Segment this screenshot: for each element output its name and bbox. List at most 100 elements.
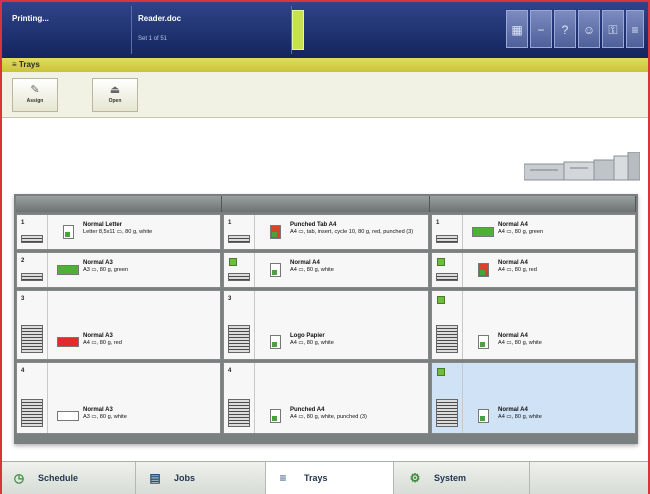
tray-c2r3[interactable]: 3 Logo Papier A4 ▭, 80 g, white <box>223 290 429 360</box>
tray-number: 3 <box>21 296 25 302</box>
tab-jobs[interactable]: ▤ Jobs <box>136 462 266 494</box>
tray-c3r1[interactable]: 1 Normal A4 A4 ▭, 80 g, green <box>431 214 636 250</box>
tray-divider <box>47 215 48 249</box>
paper-stack-icon <box>436 235 458 243</box>
tray-details: Letter 8,5x11 ▭, 80 g, white <box>83 229 153 235</box>
tray-name: Normal A4 <box>498 260 528 266</box>
tray-number: 1 <box>436 220 440 226</box>
minus-icon[interactable]: − <box>530 10 552 48</box>
column-header-2 <box>222 196 430 212</box>
tray-details: A4 ▭, 80 g, white <box>498 414 542 420</box>
tab-schedule[interactable]: ◷ Schedule <box>2 462 136 494</box>
tray-divider <box>462 291 463 359</box>
paper-stack-icon <box>21 325 43 353</box>
document-icon: ▤ <box>149 471 161 485</box>
column-header-1 <box>16 196 222 212</box>
tray-c3r3[interactable]: Normal A4 A4 ▭, 80 g, white <box>431 290 636 360</box>
status-indicator-icon <box>437 368 445 376</box>
tray-text: Normal A4 A4 ▭, 80 g, white <box>498 333 542 347</box>
paper-icon <box>270 335 281 349</box>
paper-stack-icon <box>228 325 250 353</box>
tray-name: Normal A3 <box>83 333 113 339</box>
tray-text: Logo Papier A4 ▭, 80 g, white <box>290 333 334 347</box>
tray-text: Normal A3 A3 ▭, 80 g, white <box>83 407 127 421</box>
paper-stack-icon <box>21 235 43 243</box>
tab-schedule-label: Schedule <box>38 473 79 483</box>
paper-icon <box>270 409 281 423</box>
paper-stack-icon <box>436 399 458 427</box>
key-icon[interactable]: ⚿ <box>602 10 624 48</box>
job-status-panel[interactable]: Reader.doc Set 1 of 51 <box>132 6 292 54</box>
tab-trays[interactable]: ≡ Trays <box>266 462 394 494</box>
tray-name: Normal A3 <box>83 260 113 266</box>
tray-c3r2[interactable]: Normal A4 A4 ▭, 80 g, red <box>431 252 636 288</box>
system-buttons: ▦ − ? ☺ ⚿ ≡ <box>506 10 646 54</box>
printer-machine-icon <box>524 152 640 181</box>
bottom-navigation: ◷ Schedule ▤ Jobs ≡ Trays ⚙ System <box>2 461 648 494</box>
red-paper-icon <box>478 263 489 277</box>
tab-system-label: System <box>434 473 467 483</box>
user-icon[interactable]: ☺ <box>578 10 600 48</box>
tray-name: Normal A3 <box>83 407 113 413</box>
tray-name: Normal A4 <box>498 222 528 228</box>
tray-text: Normal A3 A3 ▭, 80 g, green <box>83 260 128 274</box>
tray-name: Normal A4 <box>290 260 320 266</box>
tray-details: A4 ▭, 80 g, white <box>290 340 334 346</box>
tray-details: A4 ▭, 80 g, white <box>498 340 542 346</box>
tray-c3r4[interactable]: Normal A4 A4 ▭, 80 g, white <box>431 362 636 434</box>
paper-stack-icon <box>436 273 458 281</box>
tray-c2r2[interactable]: Normal A4 A4 ▭, 80 g, white <box>223 252 429 288</box>
progress-meter <box>292 10 304 50</box>
assign-button[interactable]: ✎ Assign <box>12 78 58 112</box>
tray-c1r1[interactable]: 1 Normal Letter Letter 8,5x11 ▭, 80 g, whi… <box>16 214 221 250</box>
tray-name: Normal Letter <box>83 222 123 228</box>
gears-icon: ⚙ <box>409 471 421 485</box>
tray-name: Punched Tab A4 <box>290 222 337 228</box>
tray-details: A4 ▭, 80 g, green <box>498 229 544 235</box>
paper-color-swatch <box>57 265 79 275</box>
tray-text: Normal A4 A4 ▭, 80 g, white <box>498 407 542 421</box>
tray-c1r4[interactable]: 4 Normal A3 A3 ▭, 80 g, white <box>16 362 221 434</box>
tab-trays-label: Trays <box>304 473 328 483</box>
tray-text: Normal A4 A4 ▭, 80 g, green <box>498 222 543 236</box>
status-indicator-icon <box>229 258 237 266</box>
tray-text: Normal A4 A4 ▭, 80 g, red <box>498 260 537 274</box>
paper-icon <box>478 335 489 349</box>
tray-name: Normal A4 <box>498 407 528 413</box>
tray-c2r4[interactable]: 4 Punched A4 A4 ▭, 80 g, white, punched (3… <box>223 362 429 434</box>
tray-text: Normal Letter Letter 8,5x11 ▭, 80 g, whit… <box>83 222 152 236</box>
tray-divider <box>462 215 463 249</box>
tab-jobs-label: Jobs <box>174 473 196 483</box>
tray-c1r2[interactable]: 2 Normal A3 A3 ▭, 80 g, green <box>16 252 221 288</box>
status-indicator-icon <box>437 258 445 266</box>
tray-name: Logo Papier <box>290 333 325 339</box>
tray-divider <box>462 253 463 287</box>
tab-paper-icon <box>270 225 281 239</box>
document-name: Reader.doc <box>138 14 182 23</box>
paper-stack-icon <box>228 235 250 243</box>
menu-lines-icon: ≡ <box>12 60 19 69</box>
tab-system[interactable]: ⚙ System <box>394 462 530 494</box>
assign-label: Assign <box>26 98 44 104</box>
tray-details: A4 ▭, 80 g, white <box>290 267 334 273</box>
section-title: Trays <box>18 60 40 69</box>
paper-color-swatch <box>57 411 79 421</box>
paper-stack-icon <box>21 273 43 281</box>
tray-divider <box>254 291 255 359</box>
tray-text: Punched Tab A4 A4 ▭, tab, insert, cycle 1… <box>290 222 413 236</box>
tray-c1r3[interactable]: 3 Normal A3 A4 ▭, 80 g, red <box>16 290 221 360</box>
status-bar: Printing... Reader.doc Set 1 of 51 ▦ − ?… <box>2 2 648 58</box>
help-icon[interactable]: ? <box>554 10 576 48</box>
tray-divider <box>47 363 48 433</box>
paper-stack-icon <box>21 399 43 427</box>
open-label: Open <box>108 98 122 104</box>
open-button[interactable]: ⏏ Open <box>92 78 138 112</box>
printer-status-panel[interactable]: Printing... <box>6 6 132 54</box>
tray-grid: 1 Normal Letter Letter 8,5x11 ▭, 80 g, whi… <box>14 194 638 444</box>
tray-c2r1[interactable]: 1 Punched Tab A4 A4 ▭, tab, insert, cycle … <box>223 214 429 250</box>
toolbar: ✎ Assign ⏏ Open <box>2 72 648 181</box>
menu-icon[interactable]: ≡ <box>626 10 644 48</box>
tray-number: 1 <box>21 220 25 226</box>
tray-number: 2 <box>21 258 25 264</box>
printer-icon[interactable]: ▦ <box>506 10 528 48</box>
